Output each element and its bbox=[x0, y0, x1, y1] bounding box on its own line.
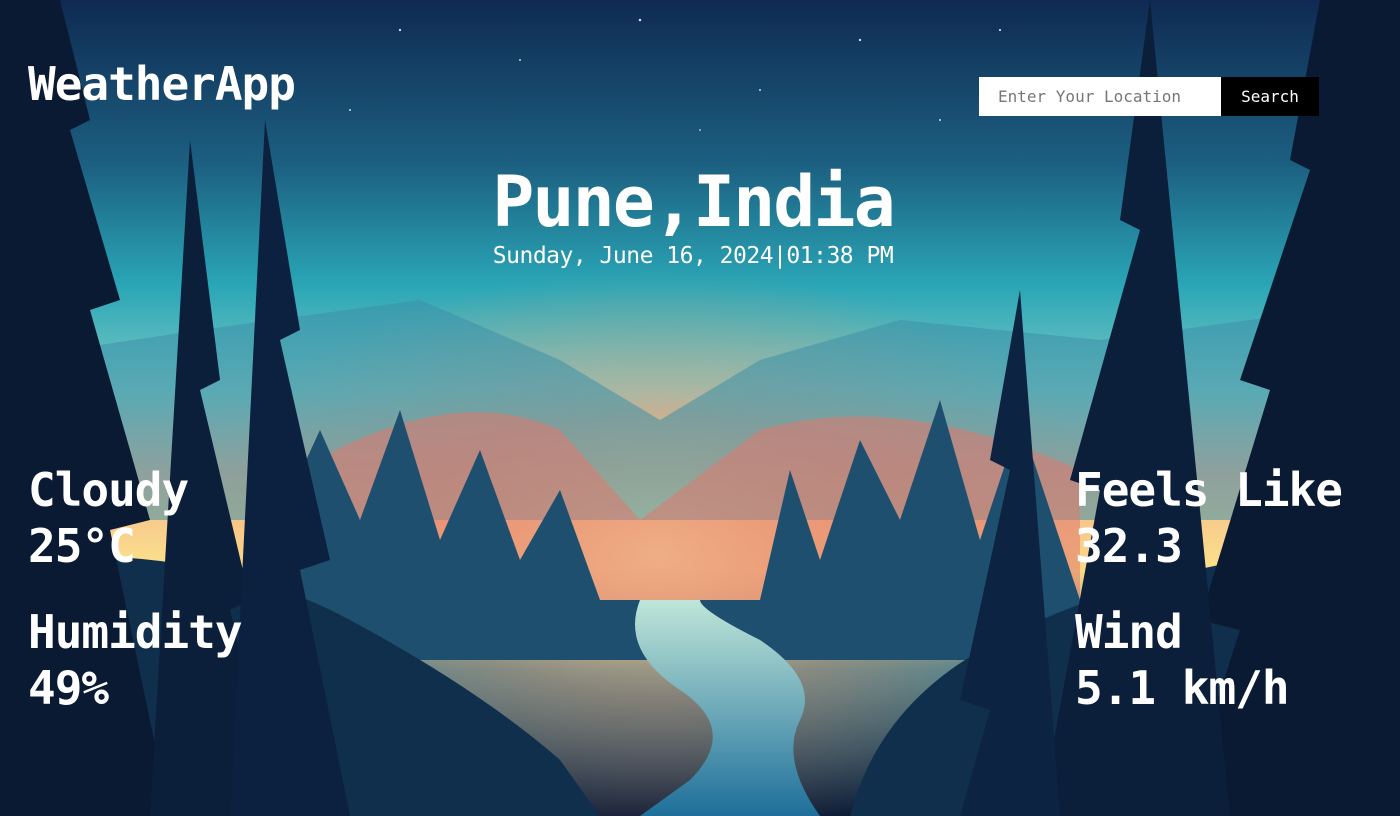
city-name: Pune,India bbox=[492, 161, 895, 243]
weather-condition: Cloudy bbox=[28, 463, 189, 517]
humidity-panel: Humidity 49% bbox=[28, 604, 243, 716]
date-time: Sunday, June 16, 2024|01:38 PM bbox=[492, 243, 894, 269]
wind-label: Wind bbox=[1075, 605, 1183, 659]
feels-like-label: Feels Like bbox=[1075, 463, 1343, 517]
wind-panel: Wind 5.1 km/h bbox=[1075, 604, 1290, 716]
location-search-input[interactable] bbox=[979, 77, 1221, 116]
app-brand-title: WeatherApp bbox=[28, 57, 296, 111]
condition-panel: Cloudy 25°C bbox=[28, 462, 189, 574]
temperature-value: 25°C bbox=[28, 519, 136, 573]
location-search-form: Search bbox=[979, 77, 1319, 116]
wind-value: 5.1 km/h bbox=[1075, 661, 1290, 715]
humidity-label: Humidity bbox=[28, 605, 243, 659]
search-button[interactable]: Search bbox=[1221, 77, 1319, 116]
feels-like-panel: Feels Like 32.3 bbox=[1075, 462, 1343, 574]
feels-like-value: 32.3 bbox=[1075, 519, 1183, 573]
humidity-value: 49% bbox=[28, 661, 109, 715]
